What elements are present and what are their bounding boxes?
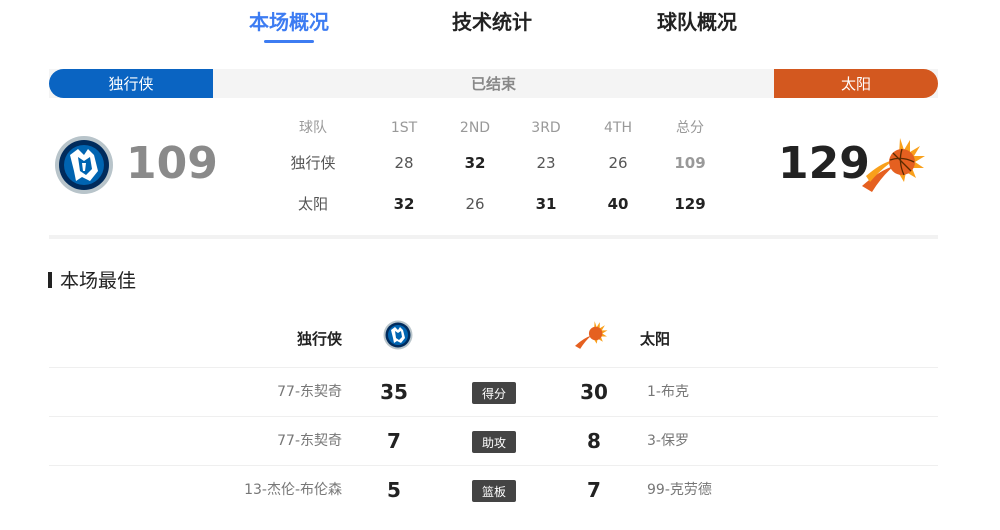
header-team: 球队 bbox=[299, 120, 327, 136]
mavericks-small-logo-icon bbox=[383, 320, 413, 354]
row-q2: 32 bbox=[464, 154, 486, 172]
row-total: 109 bbox=[674, 154, 706, 172]
title-marker bbox=[48, 271, 52, 288]
row-q4: 40 bbox=[607, 195, 629, 213]
away-team-pill: 太阳 bbox=[774, 69, 938, 98]
tab-stats[interactable]: 技术统计 bbox=[452, 6, 532, 35]
row-team: 独行侠 bbox=[290, 154, 336, 172]
best-players-title: 本场最佳 bbox=[48, 266, 136, 293]
home-best-value: 35 bbox=[380, 380, 408, 404]
tab-bar: 本场概况 技术统计 球队概况 bbox=[0, 0, 1000, 50]
home-total-score: 109 bbox=[126, 138, 218, 189]
row-q3: 23 bbox=[536, 154, 556, 172]
best-players-header: 独行侠 太阳 bbox=[0, 318, 1000, 358]
row-q3: 31 bbox=[535, 195, 557, 213]
home-team-pill: 独行侠 bbox=[49, 69, 213, 98]
stat-category-badge: 助攻 bbox=[472, 431, 516, 453]
away-best-player[interactable]: 3-保罗 bbox=[647, 417, 689, 465]
home-best-player[interactable]: 77-东契奇 bbox=[277, 368, 342, 416]
row-q1: 28 bbox=[394, 154, 414, 172]
header-q3: 3RD bbox=[531, 120, 561, 136]
header-q1: 1ST bbox=[390, 120, 418, 136]
row-team: 太阳 bbox=[297, 195, 328, 213]
home-best-player[interactable]: 13-杰伦-布伦森 bbox=[244, 466, 342, 514]
away-best-value: 7 bbox=[587, 478, 601, 502]
game-state-label: 已结束 bbox=[470, 75, 516, 93]
best-row-rebounds: 13-杰伦-布伦森 5 篮板 7 99-克劳德 bbox=[49, 465, 938, 514]
home-best-player[interactable]: 77-东契奇 bbox=[277, 417, 342, 465]
best-row-assists: 77-东契奇 7 助攻 8 3-保罗 bbox=[49, 416, 938, 465]
best-row-points: 77-东契奇 35 得分 30 1-布克 bbox=[49, 367, 938, 416]
header-total: 总分 bbox=[676, 120, 704, 136]
home-best-value: 7 bbox=[387, 429, 401, 453]
away-best-value: 30 bbox=[580, 380, 608, 404]
home-best-value: 5 bbox=[387, 478, 401, 502]
section-divider bbox=[49, 235, 938, 239]
row-q4: 26 bbox=[608, 154, 628, 172]
mavericks-logo-icon bbox=[54, 135, 114, 199]
away-best-player[interactable]: 1-布克 bbox=[647, 368, 689, 416]
away-total-score: 129 bbox=[778, 138, 870, 189]
suns-small-logo-icon bbox=[574, 320, 608, 354]
suns-logo-icon bbox=[860, 136, 926, 198]
best-home-team-name: 独行侠 bbox=[297, 330, 343, 348]
away-best-player[interactable]: 99-克劳德 bbox=[647, 466, 712, 514]
tab-overview[interactable]: 本场概况 bbox=[249, 6, 329, 35]
row-q1: 32 bbox=[393, 195, 415, 213]
header-q2: 2ND bbox=[459, 120, 491, 136]
stat-category-badge: 篮板 bbox=[472, 480, 516, 502]
best-away-team-name: 太阳 bbox=[640, 330, 671, 348]
row-q2: 26 bbox=[465, 195, 485, 213]
active-tab-indicator bbox=[264, 40, 314, 43]
away-best-value: 8 bbox=[587, 429, 601, 453]
best-players-title-text: 本场最佳 bbox=[60, 270, 137, 292]
game-status-bar: 独行侠 已结束 太阳 bbox=[49, 69, 938, 98]
header-q4: 4TH bbox=[604, 120, 632, 136]
row-total: 129 bbox=[674, 195, 706, 213]
stat-category-badge: 得分 bbox=[472, 382, 516, 404]
tab-team-overview[interactable]: 球队概况 bbox=[657, 6, 737, 35]
